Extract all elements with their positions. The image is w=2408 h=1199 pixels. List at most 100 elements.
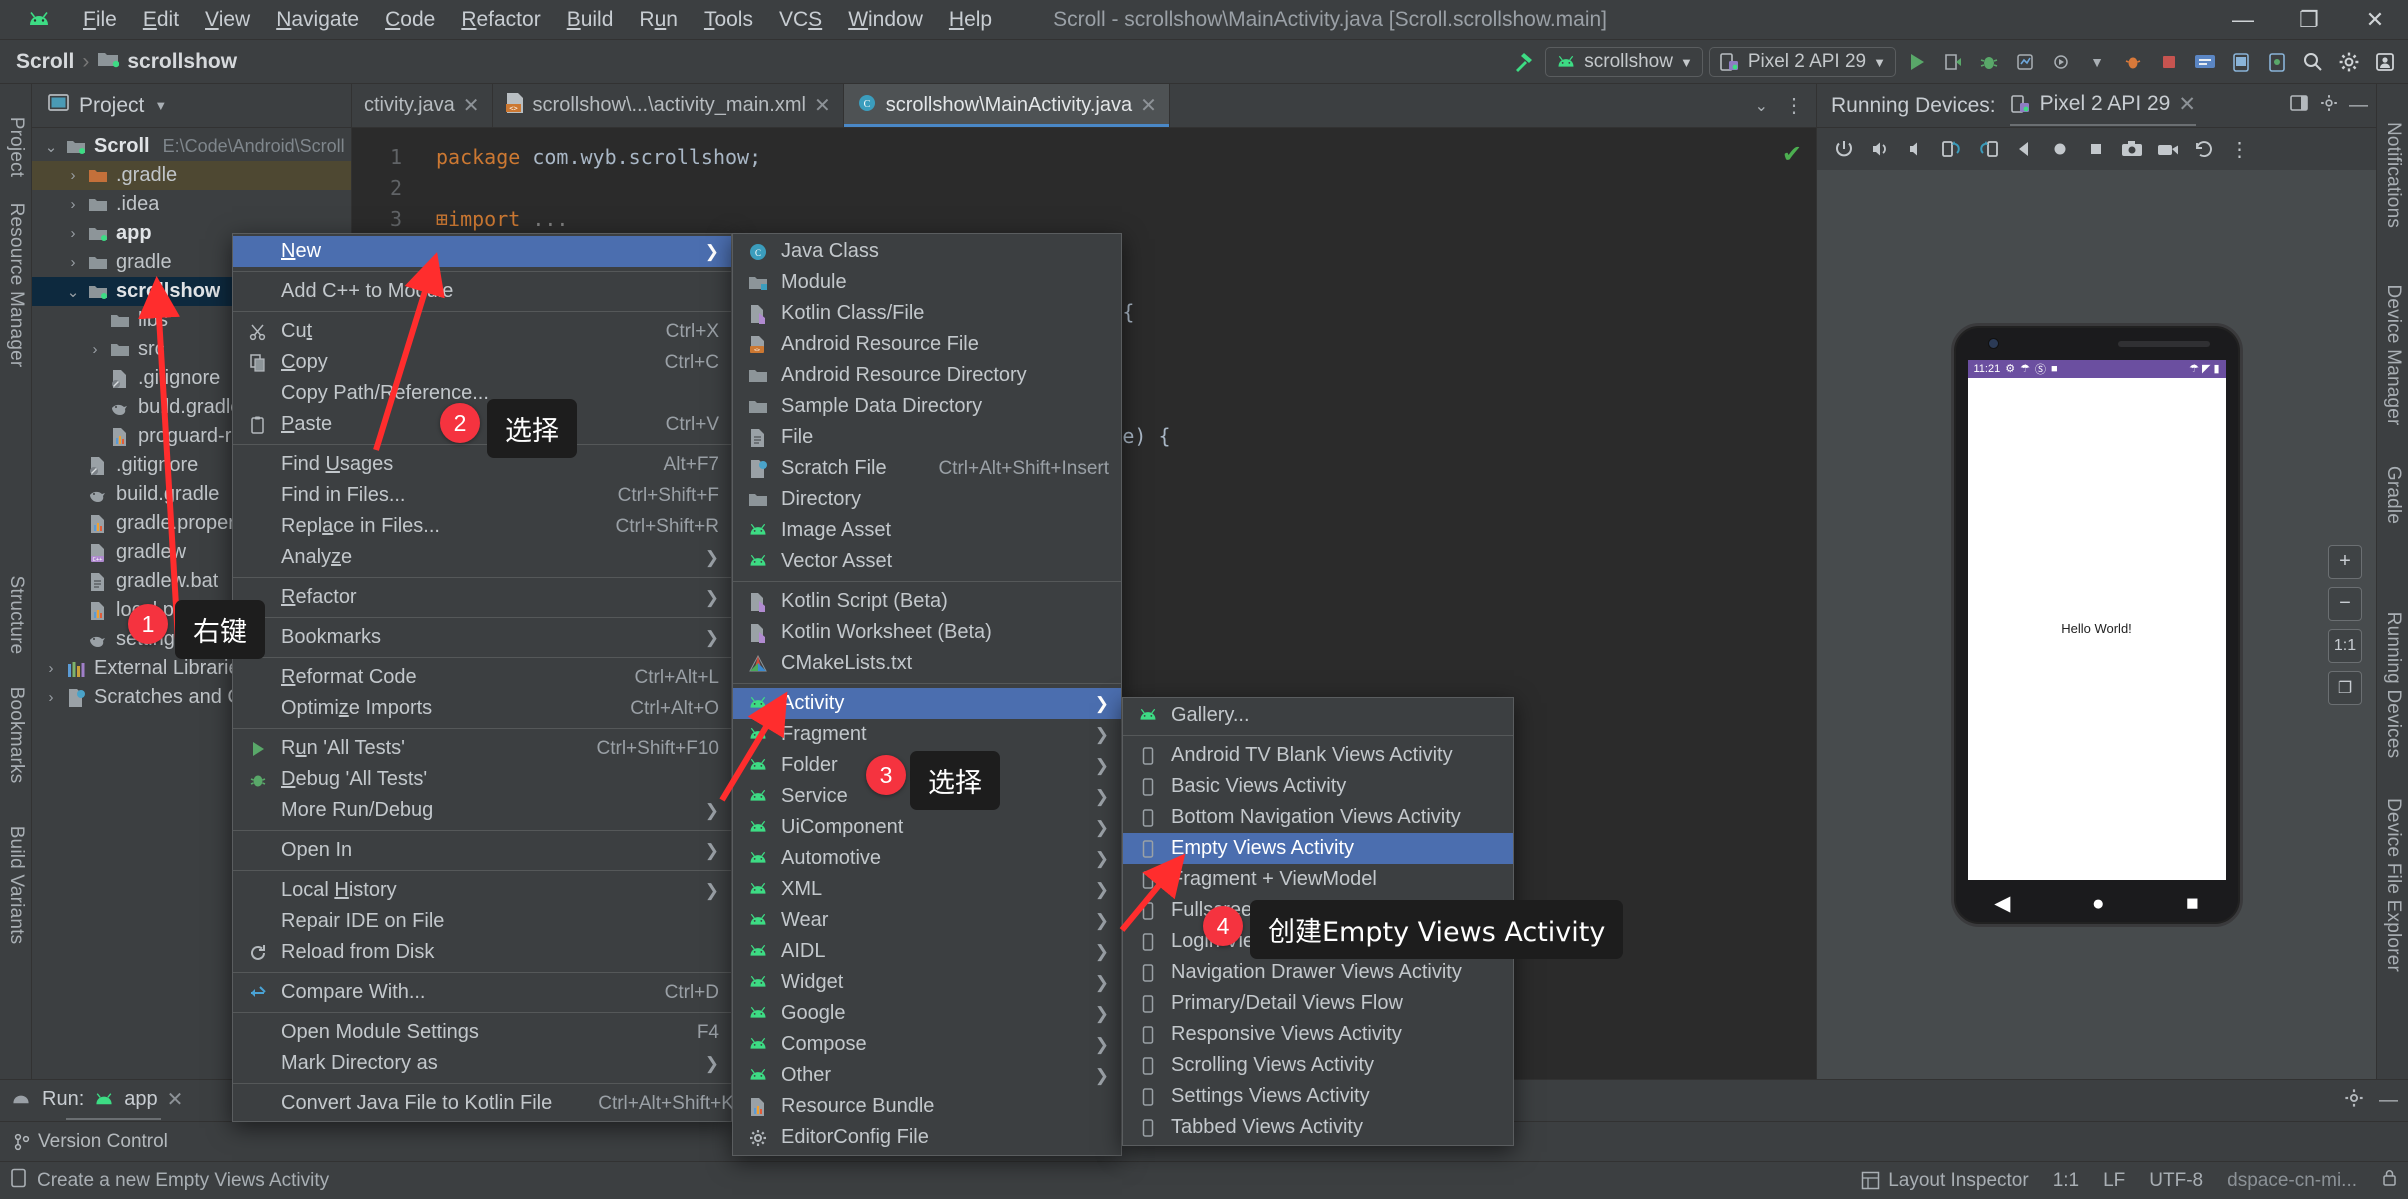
menu-item-open-module-settings[interactable]: Open Module Settings F4 <box>233 1017 731 1048</box>
caret-position[interactable]: 1:1 <box>2053 1170 2079 1192</box>
nav-recents-button[interactable]: ■ <box>2186 892 2199 916</box>
gear-icon[interactable] <box>2319 93 2339 119</box>
back-icon[interactable] <box>2007 133 2040 166</box>
breadcrumb[interactable]: Scroll › scrollshow <box>16 50 237 74</box>
more-options-icon[interactable]: ⋮ <box>2223 133 2256 166</box>
volume-down-icon[interactable] <box>1899 133 1932 166</box>
editor-tab-1[interactable]: <> scrollshow\...\activity_main.xml ✕ <box>493 84 844 127</box>
menu-run[interactable]: Run <box>626 4 691 36</box>
chevron-down-icon[interactable]: ▼ <box>154 98 167 113</box>
activity-item-tabbed-views-activity[interactable]: Tabbed Views Activity <box>1123 1112 1513 1143</box>
activity-item-settings-views-activity[interactable]: Settings Views Activity <box>1123 1081 1513 1112</box>
devices-header-actions[interactable]: — <box>2289 93 2368 119</box>
sdk-manager-icon[interactable] <box>2190 47 2220 77</box>
lock-icon[interactable] <box>2381 1168 2398 1193</box>
status-right-area[interactable]: Layout Inspector 1:1 LF UTF-8 dspace-cn-… <box>1861 1168 2398 1193</box>
close-button[interactable]: ✕ <box>2342 0 2408 40</box>
new-item-java-class[interactable]: C Java Class <box>733 236 1121 267</box>
new-item-compose[interactable]: Compose ❯ <box>733 1029 1121 1060</box>
main-toolbar[interactable]: scrollshow ▼ Pixel 2 API 29 ▼ ▼ <box>1509 40 2408 84</box>
new-item-kotlin-class-file[interactable]: Kotlin Class/File <box>733 298 1121 329</box>
menu-item-analyze[interactable]: Analyze ❯ <box>233 542 731 573</box>
phone-screen[interactable]: 11:21 ⚙ ☂ Ⓢ ■ ☂ ◤ ▮ Hello World! <box>1967 359 2226 880</box>
screenshot-icon[interactable] <box>2115 133 2148 166</box>
new-item-kotlin-worksheet-beta[interactable]: Kotlin Worksheet (Beta) <box>733 617 1121 648</box>
menu-tools[interactable]: Tools <box>691 4 766 36</box>
tree-expand-arrow[interactable]: ⌄ <box>64 283 82 301</box>
avd-manager-icon[interactable] <box>2226 47 2256 77</box>
nav-back-button[interactable]: ◀ <box>1994 891 2010 916</box>
editor-tab-2[interactable]: C scrollshow\MainActivity.java ✕ <box>843 84 1170 127</box>
right-tool-rail[interactable]: Notifications Device Manager Gradle Runn… <box>2376 84 2408 1079</box>
new-item-activity[interactable]: Activity ❯ <box>733 688 1121 719</box>
new-item-kotlin-script-beta[interactable]: Kotlin Script (Beta) <box>733 586 1121 617</box>
new-item-vector-asset[interactable]: Vector Asset <box>733 546 1121 577</box>
menu-item-reformat-code[interactable]: Reformat Code Ctrl+Alt+L <box>233 662 731 693</box>
new-item-editorconfig-file[interactable]: EditorConfig File <box>733 1122 1121 1153</box>
new-item-google[interactable]: Google ❯ <box>733 998 1121 1029</box>
menu-bar[interactable]: File Edit View Navigate Code Refactor Bu… <box>70 4 1005 36</box>
menu-item-paste[interactable]: Paste Ctrl+V <box>233 409 731 440</box>
new-submenu[interactable]: C Java Class Module Kotlin Class/File <> Andr… <box>732 233 1122 1156</box>
new-item-xml[interactable]: XML ❯ <box>733 874 1121 905</box>
project-pane-header[interactable]: Project ▼ <box>32 84 351 128</box>
menu-file[interactable]: File <box>70 4 130 36</box>
layout-inspector-button[interactable]: Layout Inspector <box>1861 1170 2029 1192</box>
tree-expand-arrow[interactable]: › <box>64 225 82 242</box>
file-encoding[interactable]: UTF-8 <box>2149 1170 2203 1192</box>
menu-item-find-usages[interactable]: Find Usages Alt+F7 <box>233 449 731 480</box>
menu-item-replace-in-files[interactable]: Replace in Files... Ctrl+Shift+R <box>233 511 731 542</box>
gear-icon[interactable] <box>2343 1087 2365 1115</box>
new-item-aidl[interactable]: AIDL ❯ <box>733 936 1121 967</box>
menu-view[interactable]: View <box>192 4 263 36</box>
minimize-button[interactable]: — <box>2210 0 2276 40</box>
activity-item-gallery[interactable]: Gallery... <box>1123 700 1513 731</box>
new-item-scratch-file[interactable]: Scratch File Ctrl+Alt+Shift+Insert <box>733 453 1121 484</box>
new-item-module[interactable]: Module <box>733 267 1121 298</box>
run-tab[interactable]: Run: app ✕ <box>42 1087 184 1120</box>
power-icon[interactable] <box>1827 133 1860 166</box>
menu-help[interactable]: Help <box>936 4 1005 36</box>
line-separator[interactable]: LF <box>2103 1170 2125 1192</box>
rail-item-notifications[interactable]: Notifications <box>2382 122 2404 228</box>
tree-item-scroll[interactable]: ⌄ Scroll E:\Code\Android\Scroll <box>32 132 351 161</box>
menu-item-open-in[interactable]: Open In ❯ <box>233 835 731 866</box>
tree-expand-arrow[interactable]: › <box>86 341 104 358</box>
rail-item-resource-manager[interactable]: Resource Manager <box>5 203 27 368</box>
menu-refactor[interactable]: Refactor <box>448 4 553 36</box>
tree-expand-arrow[interactable]: ⌄ <box>42 138 60 156</box>
tree-expand-arrow[interactable]: › <box>64 254 82 271</box>
rail-item-build-variants[interactable]: Build Variants <box>5 826 27 945</box>
run-configuration-selector[interactable]: scrollshow ▼ <box>1545 47 1703 77</box>
emulator-stage[interactable]: 11:21 ⚙ ☂ Ⓢ ■ ☂ ◤ ▮ Hello World! ◀ ● ■ +… <box>1817 170 2376 1079</box>
menu-window[interactable]: Window <box>835 4 936 36</box>
inspection-status-icon[interactable]: ✔ <box>1782 140 1802 169</box>
chevron-down-icon[interactable]: ▼ <box>2082 47 2112 77</box>
settings-gear-icon[interactable] <box>2334 47 2364 77</box>
activity-item-basic-views-activity[interactable]: Basic Views Activity <box>1123 771 1513 802</box>
new-item-directory[interactable]: Directory <box>733 484 1121 515</box>
close-icon[interactable]: ✕ <box>814 93 831 118</box>
window-controls[interactable]: — ❐ ✕ <box>2210 0 2408 40</box>
search-icon[interactable] <box>2298 47 2328 77</box>
breadcrumb-module[interactable]: scrollshow <box>127 50 237 74</box>
editor-tabs-actions[interactable]: ⌄ ⋮ <box>1743 84 1816 127</box>
new-item-widget[interactable]: Widget ❯ <box>733 967 1121 998</box>
new-item-android-resource-directory[interactable]: Android Resource Directory <box>733 360 1121 391</box>
close-icon[interactable]: ✕ <box>2178 92 2196 117</box>
menu-item-copy-path-reference[interactable]: Copy Path/Reference... <box>233 378 731 409</box>
new-item-resource-bundle[interactable]: Resource Bundle <box>733 1091 1121 1122</box>
close-icon[interactable]: ✕ <box>167 1087 184 1112</box>
tree-expand-arrow[interactable]: › <box>64 167 82 184</box>
activity-item-navigation-drawer-views-activity[interactable]: Navigation Drawer Views Activity <box>1123 957 1513 988</box>
activity-item-fragment-viewmodel[interactable]: Fragment + ViewModel <box>1123 864 1513 895</box>
menu-item-debug-all-tests[interactable]: Debug 'All Tests' <box>233 764 731 795</box>
debug-icon[interactable] <box>1974 47 2004 77</box>
breadcrumb-project[interactable]: Scroll <box>16 50 74 74</box>
nav-home-button[interactable]: ● <box>2092 892 2105 916</box>
menu-item-find-in-files[interactable]: Find in Files... Ctrl+Shift+F <box>233 480 731 511</box>
profile-icon[interactable] <box>2010 47 2040 77</box>
context-menu[interactable]: New ❯ Add C++ to Module Cut Ctrl+X Copy Ctrl+C… <box>232 233 734 1122</box>
minimize-icon[interactable]: — <box>2379 1090 2398 1112</box>
menu-item-reload-from-disk[interactable]: Reload from Disk <box>233 937 731 968</box>
